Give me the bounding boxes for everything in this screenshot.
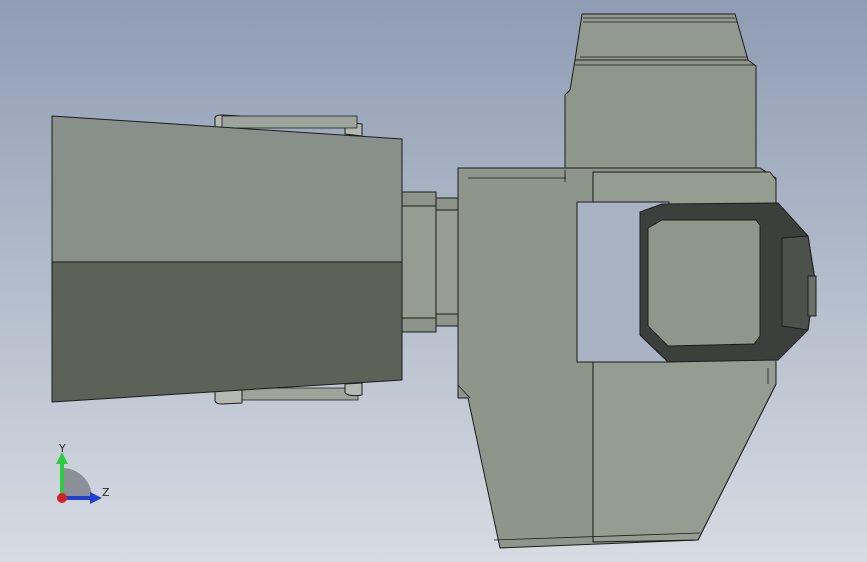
z-axis-label: Z (102, 486, 110, 499)
cad-model[interactable] (0, 0, 867, 562)
top-pin-bar (221, 115, 358, 129)
z-axis-arrow-icon (90, 492, 102, 504)
triad-plane (62, 468, 92, 498)
triad-graphic (56, 452, 102, 504)
housing-upper (51, 115, 403, 263)
jaw-nub (807, 275, 817, 317)
upper-block-top (574, 13, 749, 61)
upper-block-face (564, 59, 757, 171)
bottom-pin-right (344, 382, 363, 397)
y-axis-label: Y (59, 442, 66, 455)
coupling-inner (401, 205, 437, 319)
housing-lower (51, 261, 403, 403)
coupling-collar-inner (435, 209, 459, 315)
x-axis-dot-icon (57, 493, 67, 503)
jaw-face (647, 219, 761, 347)
coordinate-triad: Y Z (40, 440, 120, 510)
graphics-viewport[interactable]: Y Z (0, 0, 867, 562)
bottom-pin-left (214, 389, 243, 405)
